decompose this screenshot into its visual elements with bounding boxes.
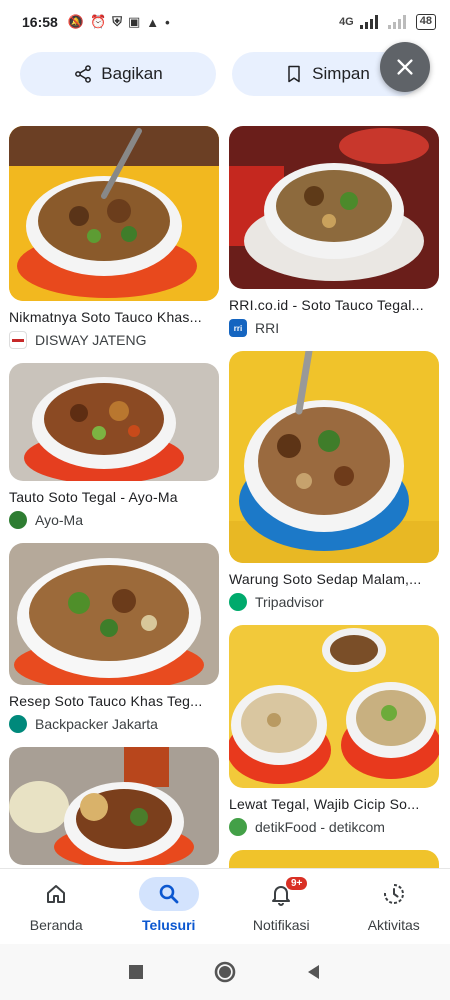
nav-label: Notifikasi bbox=[252, 917, 310, 933]
result-title: RRI.co.id - Soto Tauco Tegal... bbox=[229, 297, 424, 313]
result-source-label: RRI bbox=[255, 320, 280, 336]
result-image[interactable] bbox=[229, 126, 439, 289]
close-icon bbox=[397, 59, 413, 75]
nav-label: Beranda bbox=[29, 917, 83, 933]
result-source: DISWAY JATENG bbox=[9, 331, 221, 349]
result-source-label: Ayo-Ma bbox=[35, 512, 83, 528]
result-image[interactable] bbox=[9, 747, 219, 865]
result-title: Resep Soto Tauco Khas Teg... bbox=[9, 693, 203, 709]
result-title: Nikmatnya Soto Tauco Khas... bbox=[9, 309, 202, 325]
result-card[interactable]: Resep Soto Tauco Khas Teg... Backpacker … bbox=[9, 543, 221, 733]
shield-icon: ⛨ bbox=[112, 14, 122, 29]
save-label: Simpan bbox=[312, 64, 370, 83]
status-icons: 🔕 ⏰ ⛨ ▣ ▲ • bbox=[68, 14, 170, 30]
result-source-label: Backpacker Jakarta bbox=[35, 716, 158, 732]
rri-favicon-icon: rri bbox=[229, 319, 247, 337]
signal-icon bbox=[359, 15, 378, 29]
system-navigation bbox=[0, 944, 450, 1000]
mute-icon: 🔕 bbox=[67, 14, 84, 29]
result-source: Ayo-Ma bbox=[9, 511, 221, 529]
signal-2-icon bbox=[387, 15, 406, 29]
result-title: Lewat Tegal, Wajib Cicip So... bbox=[229, 796, 420, 812]
home-button-icon[interactable] bbox=[213, 960, 237, 984]
backpacker-favicon-icon bbox=[9, 715, 27, 733]
nav-label: Aktivitas bbox=[367, 917, 420, 933]
result-source-label: Tripadvisor bbox=[255, 594, 324, 610]
status-time: 16:58 bbox=[22, 14, 58, 30]
nav-item-search[interactable]: Telusuri bbox=[113, 869, 226, 944]
dot-icon: • bbox=[165, 14, 170, 30]
tripadvisor-favicon-icon bbox=[229, 593, 247, 611]
network-label: 4G bbox=[339, 16, 354, 28]
results-column-right: RRI.co.id - Soto Tauco Tegal... rri RRI … bbox=[229, 126, 441, 904]
share-label: Bagikan bbox=[101, 64, 163, 83]
result-source-label: detikFood - detikcom bbox=[255, 819, 385, 835]
nav-item-notifications[interactable]: 9+ Notifikasi bbox=[225, 869, 338, 944]
battery-icon: 48 bbox=[415, 14, 436, 30]
alarm-icon: ⏰ bbox=[90, 14, 107, 29]
disway-favicon-icon bbox=[9, 331, 27, 349]
recents-icon[interactable] bbox=[127, 963, 145, 981]
ayo-ma-favicon-icon bbox=[9, 511, 27, 529]
detik-favicon-icon bbox=[229, 818, 247, 836]
result-card[interactable]: Tauto Soto Tegal - Ayo-Ma Ayo-Ma bbox=[9, 363, 221, 529]
result-card[interactable]: Nikmatnya Soto Tauco Khas... DISWAY JATE… bbox=[9, 126, 221, 349]
home-icon bbox=[26, 877, 86, 911]
bookmark-icon bbox=[288, 65, 300, 83]
close-button[interactable] bbox=[380, 42, 430, 92]
result-card[interactable] bbox=[9, 747, 221, 865]
result-title: Tauto Soto Tegal - Ayo-Ma bbox=[9, 489, 178, 505]
message-icon: ▣ bbox=[127, 14, 141, 29]
nav-item-activity[interactable]: Aktivitas bbox=[338, 869, 450, 944]
history-icon bbox=[364, 877, 424, 911]
status-bar: 16:58 🔕 ⏰ ⛨ ▣ ▲ • 4G 48 bbox=[0, 0, 450, 44]
result-image[interactable] bbox=[9, 363, 219, 481]
nav-label: Telusuri bbox=[142, 917, 196, 933]
search-icon bbox=[138, 877, 199, 911]
result-card[interactable]: Warung Soto Sedap Malam,... Tripadvisor bbox=[229, 351, 441, 611]
warning-icon: ▲ bbox=[146, 14, 160, 30]
results-column-left: Nikmatnya Soto Tauco Khas... DISWAY JATE… bbox=[9, 126, 221, 879]
result-source: detikFood - detikcom bbox=[229, 818, 441, 836]
result-image[interactable] bbox=[229, 351, 439, 563]
result-source: Backpacker Jakarta bbox=[9, 715, 221, 733]
bottom-navigation: Beranda Telusuri 9+ Notifikasi Aktivitas bbox=[0, 868, 450, 944]
result-title: Warung Soto Sedap Malam,... bbox=[229, 571, 422, 587]
result-image[interactable] bbox=[9, 543, 219, 685]
result-card[interactable]: RRI.co.id - Soto Tauco Tegal... rri RRI bbox=[229, 126, 441, 337]
result-source: rri RRI bbox=[229, 319, 441, 337]
share-button[interactable]: Bagikan bbox=[20, 52, 216, 96]
nav-item-home[interactable]: Beranda bbox=[0, 869, 113, 944]
share-icon bbox=[75, 65, 92, 83]
result-card[interactable]: Lewat Tegal, Wajib Cicip So... detikFood… bbox=[229, 625, 441, 836]
back-icon[interactable] bbox=[305, 963, 323, 981]
result-source-label: DISWAY JATENG bbox=[35, 332, 147, 348]
result-image[interactable] bbox=[229, 625, 439, 788]
result-image[interactable] bbox=[9, 126, 219, 301]
notification-badge: 9+ bbox=[286, 877, 308, 890]
result-source: Tripadvisor bbox=[229, 593, 441, 611]
